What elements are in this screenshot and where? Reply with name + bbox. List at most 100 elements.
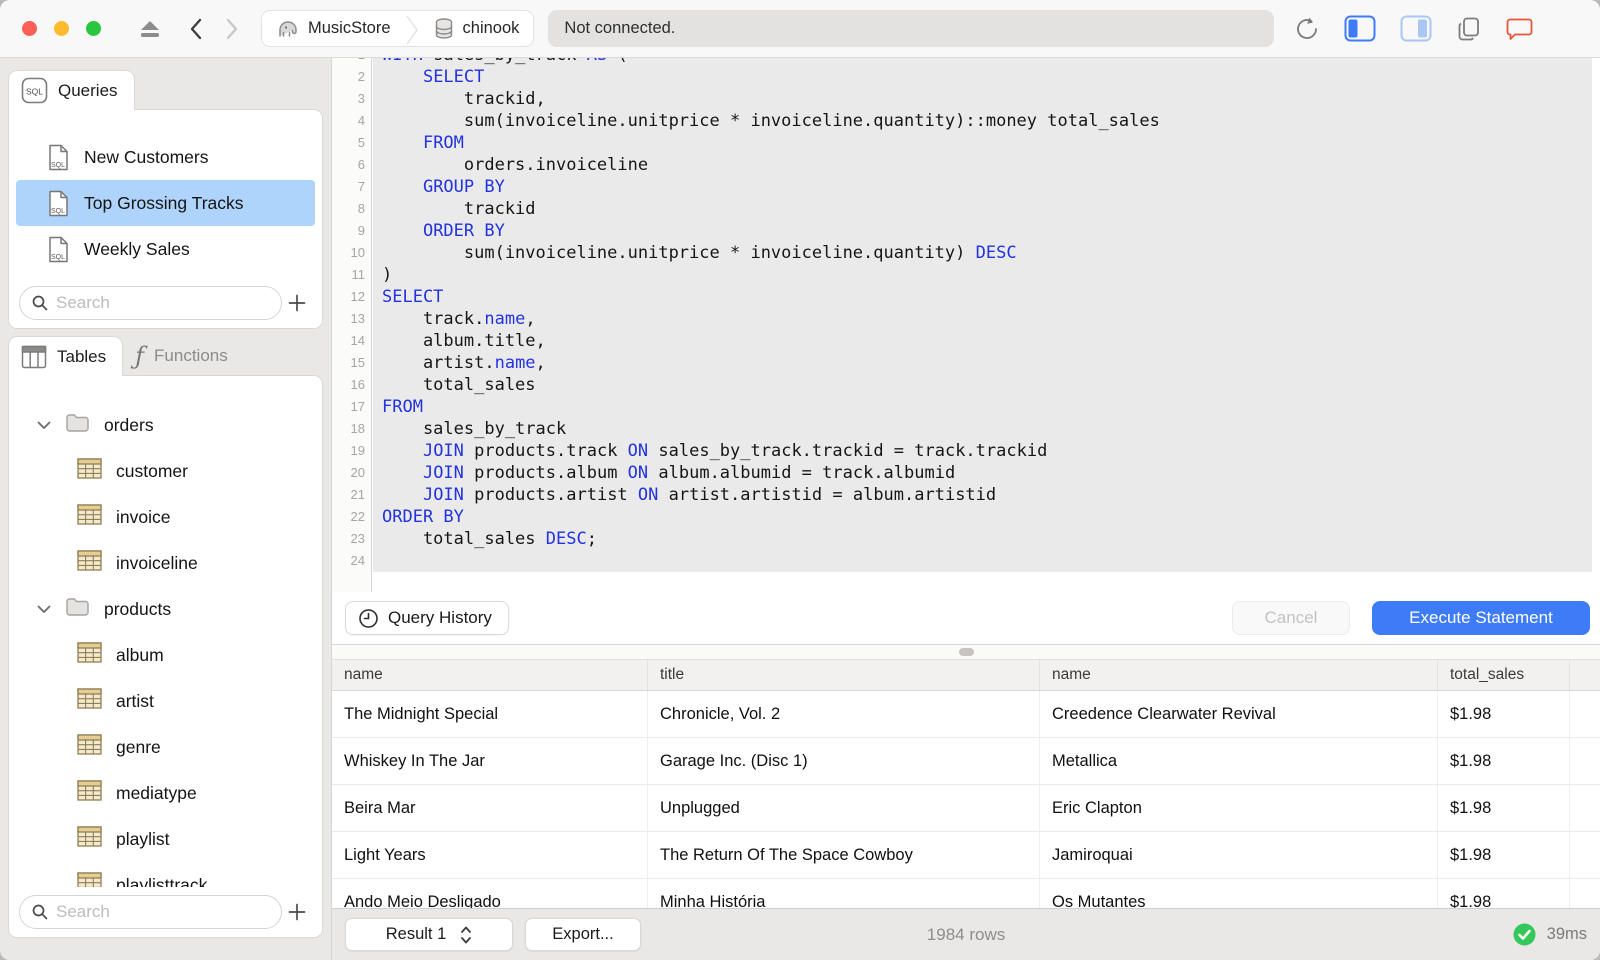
result-cell[interactable]: The Midnight Special bbox=[332, 691, 648, 737]
result-row[interactable]: Beira Mar Unplugged Eric Clapton $1.98 bbox=[332, 785, 1600, 832]
execute-statement-button[interactable]: Execute Statement bbox=[1372, 601, 1590, 635]
queries-search-field[interactable] bbox=[19, 286, 282, 320]
result-cell[interactable]: Metallica bbox=[1040, 738, 1438, 784]
code-line[interactable]: 17 FROM bbox=[332, 396, 1592, 418]
result-cell[interactable]: $1.98 bbox=[1438, 738, 1570, 784]
breadcrumb-server[interactable]: MusicStore bbox=[262, 11, 405, 46]
column-header[interactable]: name bbox=[332, 660, 648, 690]
new-window-button[interactable] bbox=[1456, 16, 1482, 42]
result-cell[interactable]: Ando Meio Desligado bbox=[332, 879, 648, 908]
result-cell[interactable]: Jamiroquai bbox=[1040, 832, 1438, 878]
add-table-button[interactable] bbox=[282, 895, 312, 929]
code-line[interactable]: 3 trackid, bbox=[332, 88, 1592, 110]
result-cell[interactable]: $1.98 bbox=[1438, 785, 1570, 831]
table-item[interactable]: invoiceline bbox=[9, 540, 322, 586]
schema-folder-item[interactable]: orders bbox=[9, 402, 322, 448]
result-cell[interactable]: Unplugged bbox=[648, 785, 1040, 831]
code-line[interactable]: 7 GROUP BY bbox=[332, 176, 1592, 198]
result-cell[interactable]: Minha História bbox=[648, 879, 1040, 908]
result-row[interactable]: Light Years The Return Of The Space Cowbo… bbox=[332, 832, 1600, 879]
minimize-window-button[interactable] bbox=[54, 21, 69, 36]
pane-splitter[interactable] bbox=[332, 645, 1600, 660]
result-selector[interactable]: Result 1 bbox=[345, 918, 513, 951]
back-button[interactable] bbox=[189, 18, 203, 40]
code-line[interactable]: 12 SELECT bbox=[332, 286, 1592, 308]
disconnect-eject-button[interactable] bbox=[137, 18, 163, 40]
result-cell[interactable]: Creedence Clearwater Revival bbox=[1040, 691, 1438, 737]
table-item[interactable]: mediatype bbox=[9, 770, 322, 816]
forward-button[interactable] bbox=[225, 18, 239, 40]
code-line[interactable]: 6 orders.invoiceline bbox=[332, 154, 1592, 176]
add-query-button[interactable] bbox=[282, 286, 312, 320]
result-cell[interactable]: Os Mutantes bbox=[1040, 879, 1438, 908]
code-line[interactable]: 24 bbox=[332, 550, 1592, 572]
code-line[interactable]: 1WITH sales_by_track AS ( bbox=[332, 58, 1592, 66]
tab-functions[interactable]: ƒ Functions bbox=[123, 336, 244, 376]
sql-editor[interactable]: 1WITH sales_by_track AS (2 SELECT3 track… bbox=[332, 58, 1600, 592]
export-label: Export... bbox=[552, 925, 614, 943]
table-item[interactable]: invoice bbox=[9, 494, 322, 540]
result-row[interactable]: Whiskey In The Jar Garage Inc. (Disc 1) Me… bbox=[332, 738, 1600, 785]
code-line[interactable]: 4 sum(invoiceline.unitprice * invoicelin… bbox=[332, 110, 1592, 132]
code-line[interactable]: 13 track.name, bbox=[332, 308, 1592, 330]
feedback-button[interactable] bbox=[1506, 16, 1533, 42]
code-line[interactable]: 8 trackid bbox=[332, 198, 1592, 220]
result-cell[interactable]: Chronicle, Vol. 2 bbox=[648, 691, 1040, 737]
close-window-button[interactable] bbox=[22, 21, 37, 36]
code-line[interactable]: 14 album.title, bbox=[332, 330, 1592, 352]
code-line[interactable]: 2 SELECT bbox=[332, 66, 1592, 88]
table-item[interactable]: playlist bbox=[9, 816, 322, 862]
disclosure-chevron[interactable] bbox=[37, 605, 53, 614]
code-line[interactable]: 21 JOIN products.artist ON artist.artist… bbox=[332, 484, 1592, 506]
result-cell[interactable]: Light Years bbox=[332, 832, 648, 878]
result-cell[interactable]: $1.98 bbox=[1438, 832, 1570, 878]
result-cell[interactable]: $1.98 bbox=[1438, 879, 1570, 908]
result-cell[interactable]: The Return Of The Space Cowboy bbox=[648, 832, 1040, 878]
column-header[interactable]: name bbox=[1040, 660, 1438, 690]
schema-folder-item[interactable]: products bbox=[9, 586, 322, 632]
result-row[interactable]: Ando Meio Desligado Minha História Os Muta… bbox=[332, 879, 1600, 908]
table-item[interactable]: artist bbox=[9, 678, 322, 724]
code-line[interactable]: 15 artist.name, bbox=[332, 352, 1592, 374]
reload-button[interactable] bbox=[1294, 16, 1320, 42]
queries-search-input[interactable] bbox=[56, 293, 281, 313]
cancel-button[interactable]: Cancel bbox=[1232, 601, 1350, 635]
result-row[interactable]: The Midnight Special Chronicle, Vol. 2 Cre… bbox=[332, 691, 1600, 738]
column-header[interactable]: total_sales bbox=[1438, 660, 1570, 690]
code-line[interactable]: 18 sales_by_track bbox=[332, 418, 1592, 440]
query-history-button[interactable]: Query History bbox=[345, 601, 509, 635]
code-line[interactable]: 19 JOIN products.track ON sales_by_track… bbox=[332, 440, 1592, 462]
tables-search-field[interactable] bbox=[19, 895, 282, 929]
table-item[interactable]: customer bbox=[9, 448, 322, 494]
code-line[interactable]: 10 sum(invoiceline.unitprice * invoiceli… bbox=[332, 242, 1592, 264]
query-list-item[interactable]: SQL New Customers bbox=[9, 134, 322, 180]
toggle-right-sidebar-button[interactable] bbox=[1400, 15, 1432, 42]
line-number: 17 bbox=[350, 399, 365, 414]
column-header[interactable]: title bbox=[648, 660, 1040, 690]
code-line[interactable]: 16 total_sales bbox=[332, 374, 1592, 396]
result-cell[interactable]: Whiskey In The Jar bbox=[332, 738, 648, 784]
result-cell[interactable]: Beira Mar bbox=[332, 785, 648, 831]
disclosure-chevron[interactable] bbox=[37, 421, 53, 430]
code-line[interactable]: 5 FROM bbox=[332, 132, 1592, 154]
code-line[interactable]: 23 total_sales DESC; bbox=[332, 528, 1592, 550]
status-bar: Result 1 Export... 1984 rows 39ms bbox=[332, 908, 1600, 960]
table-item[interactable]: genre bbox=[9, 724, 322, 770]
export-button[interactable]: Export... bbox=[525, 918, 641, 951]
code-line[interactable]: 9 ORDER BY bbox=[332, 220, 1592, 242]
tables-search-input[interactable] bbox=[56, 902, 281, 922]
zoom-window-button[interactable] bbox=[86, 21, 101, 36]
result-cell[interactable]: Garage Inc. (Disc 1) bbox=[648, 738, 1040, 784]
query-list-item[interactable]: SQL Weekly Sales bbox=[9, 226, 322, 272]
query-list-item[interactable]: SQL Top Grossing Tracks bbox=[16, 180, 315, 226]
table-item[interactable]: album bbox=[9, 632, 322, 678]
code-line[interactable]: 20 JOIN products.album ON album.albumid … bbox=[332, 462, 1592, 484]
tab-tables[interactable]: Tables bbox=[8, 336, 124, 378]
code-line[interactable]: 11) bbox=[332, 264, 1592, 286]
tab-queries[interactable]: SQL Queries bbox=[8, 70, 135, 112]
breadcrumb-database[interactable]: chinook bbox=[419, 11, 534, 46]
toggle-left-sidebar-button[interactable] bbox=[1344, 15, 1376, 42]
result-cell[interactable]: $1.98 bbox=[1438, 691, 1570, 737]
code-line[interactable]: 22 ORDER BY bbox=[332, 506, 1592, 528]
result-cell[interactable]: Eric Clapton bbox=[1040, 785, 1438, 831]
